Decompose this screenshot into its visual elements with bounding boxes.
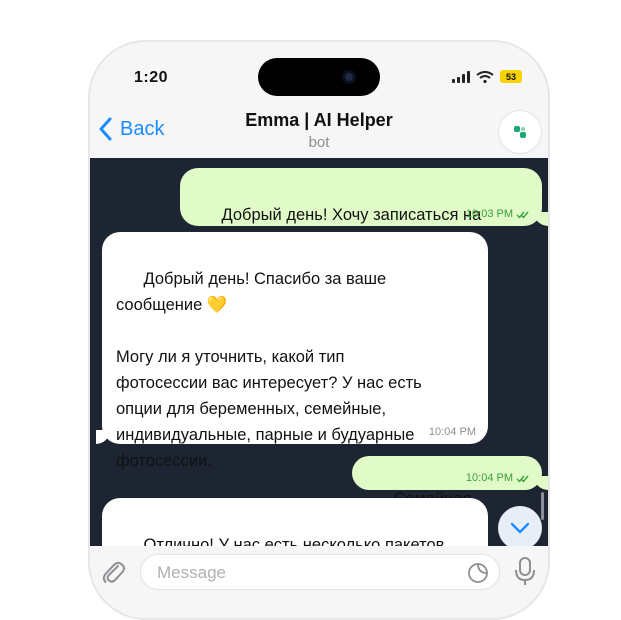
chat-header: Back Emma | AI Helper bot — [90, 110, 548, 158]
microphone-icon[interactable] — [514, 556, 536, 586]
message-time: 10:03 PM — [465, 208, 513, 220]
message-field[interactable] — [140, 554, 500, 590]
status-bar: 1:20 53 — [90, 42, 548, 112]
message-meta: 10:03 PM — [466, 208, 530, 220]
message-bubble-outgoing[interactable]: Семейная 10:04 PM — [352, 456, 548, 508]
chat-title: Emma | AI Helper — [245, 110, 393, 130]
bot-avatar-icon — [514, 126, 526, 138]
sticker-icon[interactable] — [467, 562, 489, 584]
input-bar — [90, 546, 548, 618]
camera-icon — [342, 70, 356, 84]
double-check-icon — [516, 211, 529, 219]
paperclip-icon[interactable] — [100, 558, 126, 586]
avatar[interactable] — [498, 110, 542, 154]
scroll-down-button[interactable] — [498, 506, 542, 546]
bubble-tail — [534, 476, 548, 490]
message-bubble-outgoing[interactable]: Добрый день! Хочу записаться на фотосесс… — [180, 168, 548, 250]
status-time: 1:20 — [134, 69, 169, 86]
message-text: Отлично! У нас есть несколько пакетов на… — [143, 536, 445, 546]
scrollbar[interactable] — [541, 492, 544, 520]
message-meta: 10:04 PM — [429, 426, 476, 438]
message-meta: 10:04 PM — [466, 472, 530, 484]
status-icons: 53 — [452, 70, 522, 83]
message-time: 10:04 PM — [465, 472, 513, 484]
double-check-icon — [516, 475, 529, 483]
battery-indicator: 53 — [500, 70, 522, 83]
phone-frame: 1:20 53 Back Emma | AI Helper bot Добрый… — [88, 40, 550, 620]
wifi-icon — [476, 70, 494, 83]
message-time: 10:04 PM — [428, 426, 476, 438]
signal-icon — [452, 70, 470, 83]
bubble-tail — [96, 430, 110, 444]
dynamic-island — [258, 58, 380, 96]
bubble-tail — [534, 212, 548, 226]
chat-subtitle: bot — [308, 134, 330, 151]
chevron-down-icon — [510, 522, 530, 534]
message-text: Добрый день! Спасибо за ваше сообщение 💛… — [116, 270, 422, 470]
message-bubble-incoming[interactable]: Отлично! У нас есть несколько пакетов на… — [102, 498, 488, 546]
message-list[interactable]: Добрый день! Хочу записаться на фотосесс… — [90, 158, 548, 546]
message-input[interactable] — [155, 561, 459, 585]
message-bubble-incoming[interactable]: Добрый день! Спасибо за ваше сообщение 💛… — [96, 232, 488, 470]
